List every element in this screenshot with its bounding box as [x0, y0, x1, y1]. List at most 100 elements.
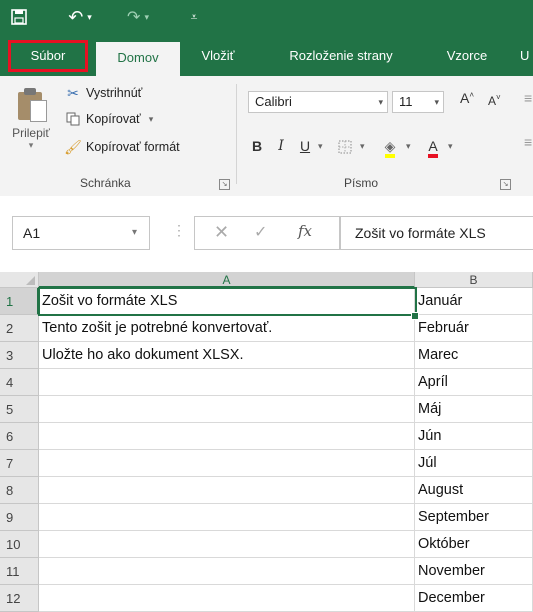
format-painter-icon: 🖌	[64, 138, 82, 155]
cell-a5[interactable]	[39, 396, 415, 423]
cell-b8[interactable]: August	[415, 477, 533, 504]
insert-function-icon[interactable]: fx	[298, 222, 312, 240]
copy-label: Kopírovať	[86, 112, 141, 126]
dialog-launcher-icon[interactable]: ↘	[219, 179, 230, 190]
name-box[interactable]: A1 ▾	[12, 216, 150, 250]
tab-page-layout[interactable]: Rozloženie strany	[276, 40, 406, 72]
cell-b1[interactable]: Január	[415, 288, 533, 315]
clipboard-group-label: Schránka	[80, 176, 131, 190]
row-header[interactable]: 8	[0, 477, 39, 504]
cell-a11[interactable]	[39, 558, 415, 585]
cut-button[interactable]: ✂ Vystrihnúť	[64, 82, 142, 104]
tab-insert[interactable]: Vložiť	[190, 40, 246, 72]
formula-bar: A1 ▾ ⋮ ✕ ✓ fx Zošit vo formáte XLS	[0, 196, 533, 272]
row-header[interactable]: 6	[0, 423, 39, 450]
align-icon[interactable]: ≡	[524, 90, 532, 106]
column-header-a[interactable]: A	[39, 272, 415, 288]
column-header-b[interactable]: B	[415, 272, 533, 288]
cell-b12[interactable]: December	[415, 585, 533, 612]
ribbon-home: Prilepiť ▾ ✂ Vystrihnúť Kopírovať ▾ 🖌 Ko…	[0, 76, 533, 197]
cell-a3[interactable]: Uložte ho ako dokument XLSX.	[39, 342, 415, 369]
redo-icon[interactable]: ↷ ▾	[118, 6, 158, 28]
cell-b5[interactable]: Máj	[415, 396, 533, 423]
format-painter-label: Kopírovať formát	[86, 140, 180, 154]
row-header[interactable]: 1	[0, 288, 39, 315]
row-header[interactable]: 4	[0, 369, 39, 396]
save-icon[interactable]	[8, 6, 30, 28]
cell-a10[interactable]	[39, 531, 415, 558]
check-icon[interactable]: ✓	[254, 222, 267, 242]
spreadsheet-grid: A B 1 Zošit vo formáte XLS Január 2 Tento zo…	[0, 272, 533, 612]
grow-font-icon[interactable]: A˄	[460, 90, 474, 106]
cell-b10[interactable]: Október	[415, 531, 533, 558]
row-header[interactable]: 9	[0, 504, 39, 531]
dialog-launcher-icon[interactable]: ↘	[500, 179, 511, 190]
row-header[interactable]: 10	[0, 531, 39, 558]
name-box-value: A1	[23, 225, 41, 241]
chevron-down-icon[interactable]: ▾	[149, 114, 154, 125]
drag-handle-icon[interactable]: ⋮	[172, 222, 186, 239]
cell-a6[interactable]	[39, 423, 415, 450]
row-header[interactable]: 5	[0, 396, 39, 423]
tab-formulas[interactable]: Vzorce	[438, 40, 496, 72]
chevron-down-icon[interactable]: ▾	[448, 134, 453, 158]
font-name-select[interactable]: Calibri ▾	[248, 91, 388, 113]
undo-icon[interactable]: ↶ ▾	[60, 6, 100, 28]
shrink-font-icon[interactable]: A˅	[488, 93, 501, 108]
chevron-down-icon[interactable]: ▾	[318, 134, 323, 158]
row-header[interactable]: 2	[0, 315, 39, 342]
row-header[interactable]: 12	[0, 585, 39, 612]
font-size-value: 11	[399, 94, 413, 109]
chevron-down-icon: ▾	[434, 97, 439, 107]
cell-a9[interactable]	[39, 504, 415, 531]
chevron-down-icon[interactable]: ▾	[360, 134, 365, 158]
font-color-button[interactable]: A	[422, 134, 444, 158]
formula-input[interactable]: Zošit vo formáte XLS	[340, 216, 533, 250]
tab-overflow[interactable]: U	[520, 40, 533, 72]
cell-b3[interactable]: Marec	[415, 342, 533, 369]
scissors-icon: ✂	[67, 84, 79, 101]
cell-b9[interactable]: September	[415, 504, 533, 531]
fill-color-button[interactable]: ◈	[378, 134, 402, 158]
copy-icon	[64, 111, 82, 127]
font-size-select[interactable]: 11 ▾	[392, 91, 444, 113]
cancel-icon[interactable]: ✕	[214, 222, 229, 243]
borders-button[interactable]	[334, 134, 356, 158]
cell-a12[interactable]	[39, 585, 415, 612]
cell-a8[interactable]	[39, 477, 415, 504]
customize-quick-access-icon[interactable]: ⩡	[186, 6, 202, 28]
italic-button[interactable]: I	[272, 134, 290, 158]
bold-button[interactable]: B	[248, 134, 266, 158]
row-header[interactable]: 11	[0, 558, 39, 585]
paste-label: Prilepiť	[12, 126, 50, 140]
cell-b7[interactable]: Júl	[415, 450, 533, 477]
chevron-down-icon: ▾	[28, 140, 34, 150]
title-bar: ↶ ▾ ↷ ▾ ⩡	[0, 0, 533, 34]
row-header[interactable]: 7	[0, 450, 39, 477]
cell-b4[interactable]: Apríl	[415, 369, 533, 396]
group-divider	[236, 84, 237, 184]
cell-b11[interactable]: November	[415, 558, 533, 585]
tab-home[interactable]: Domov	[96, 42, 180, 76]
copy-button[interactable]: Kopírovať ▾	[64, 108, 153, 130]
paste-icon	[16, 88, 47, 122]
cell-a2[interactable]: Tento zošit je potrebné konvertovať.	[39, 315, 415, 342]
cell-a1[interactable]: Zošit vo formáte XLS	[39, 288, 415, 315]
fill-handle[interactable]	[411, 312, 419, 320]
format-painter-button[interactable]: 🖌 Kopírovať formát	[64, 136, 180, 158]
chevron-down-icon: ▾	[131, 227, 137, 238]
paste-button[interactable]: Prilepiť ▾	[6, 82, 56, 172]
align-icon[interactable]: ≡	[524, 134, 532, 150]
chevron-down-icon[interactable]: ▾	[406, 134, 411, 158]
cell-a4[interactable]	[39, 369, 415, 396]
tab-file[interactable]: Súbor	[8, 40, 88, 72]
borders-icon	[338, 140, 352, 154]
cell-a7[interactable]	[39, 450, 415, 477]
cell-b2[interactable]: Február	[415, 315, 533, 342]
cut-label: Vystrihnúť	[86, 86, 143, 100]
chevron-down-icon: ▾	[378, 97, 383, 107]
cell-b6[interactable]: Jún	[415, 423, 533, 450]
underline-button[interactable]: U	[296, 134, 314, 158]
select-all-button[interactable]	[0, 272, 39, 288]
row-header[interactable]: 3	[0, 342, 39, 369]
